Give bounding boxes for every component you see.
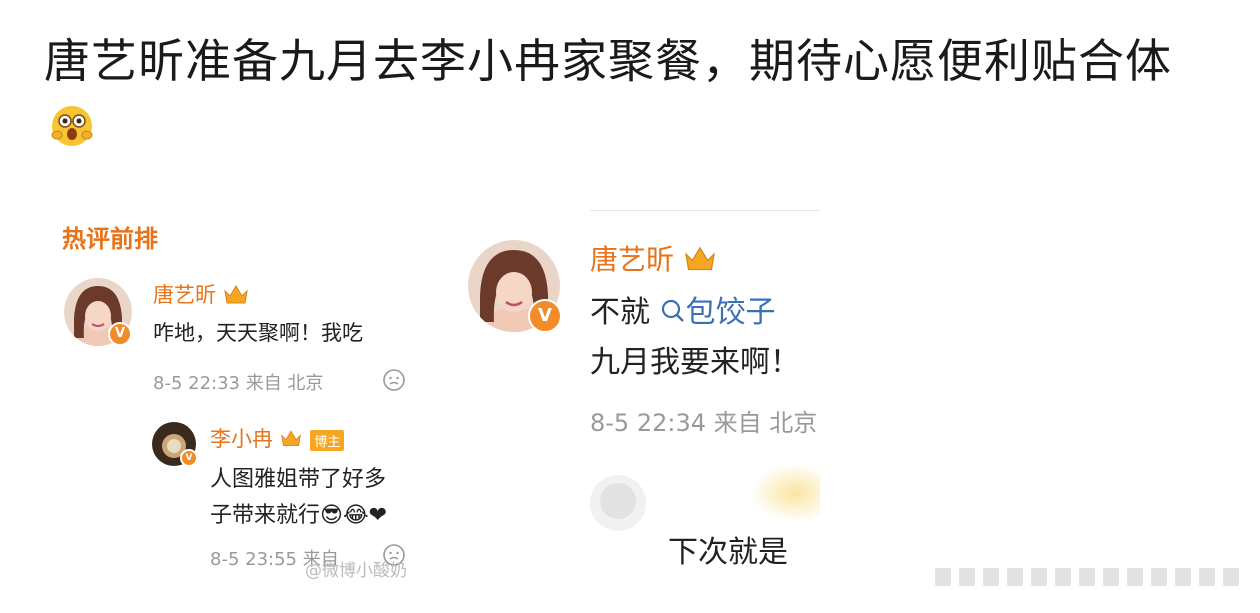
right-comment-screenshot: V 唐艺昕 不就 包饺子 九月我要来啊！ 8-5 22:34 来自 北京 下次就… xyxy=(460,205,820,605)
reply-text-line2: 子带来就行😎😂❤ xyxy=(210,497,387,529)
avatar[interactable] xyxy=(590,475,646,531)
verified-badge-icon: V xyxy=(528,299,562,333)
commenter-name-text: 唐艺昕 xyxy=(153,283,216,307)
comment-text: 咋地，天天聚啊！我吃 xyxy=(153,321,363,345)
search-link[interactable]: 包饺子 xyxy=(660,295,776,330)
left-comment-screenshot: 热评前排 V 唐艺昕 咋地，天天聚啊！我吃 8-5 22:33 来自 北京 V … xyxy=(58,205,428,605)
comment-text-line1: 不就 包饺子 xyxy=(590,287,776,332)
post-title: 唐艺昕准备九月去李小冉家聚餐，期待心愿便利贴合体 xyxy=(44,28,1224,160)
commenter-name[interactable]: 唐艺昕 xyxy=(590,238,717,279)
comment-text-prefix: 不就 xyxy=(590,295,650,330)
hot-comments-header: 热评前排 xyxy=(62,225,158,253)
blogger-badge: 博主 xyxy=(310,429,345,451)
image-pagination-indicator xyxy=(935,566,1245,588)
verified-badge-icon: V xyxy=(180,449,198,467)
next-reply-text: 下次就是 xyxy=(668,535,788,570)
reply-emoji: 😎😂❤ xyxy=(320,503,388,528)
shocked-face-emoji-icon xyxy=(48,100,96,148)
reply-text-line2-text: 子带来就行 xyxy=(210,503,321,528)
commenter-name[interactable]: 唐艺昕 xyxy=(153,279,249,310)
post-title-text: 唐艺昕准备九月去李小冉家聚餐，期待心愿便利贴合体 xyxy=(44,34,1172,88)
comment-meta: 8-5 22:33 来自 北京 xyxy=(153,373,324,394)
reply-author-name[interactable]: 李小冉 博主 xyxy=(210,423,345,453)
commenter-name-text: 唐艺昕 xyxy=(590,243,675,276)
reply-text-line1: 人图雅姐带了好多 xyxy=(210,467,387,492)
divider xyxy=(590,210,820,211)
emoji-reaction-icon[interactable] xyxy=(382,368,406,396)
search-icon xyxy=(660,297,686,332)
reply-author-name-text: 李小冉 xyxy=(210,427,273,451)
verified-badge-icon: V xyxy=(108,322,132,346)
crown-icon xyxy=(280,428,302,453)
search-link-text: 包饺子 xyxy=(685,295,776,330)
watermark: @微博小酸奶 xyxy=(305,561,407,581)
blurred-sticker-image xyxy=(750,463,820,523)
comment-meta: 8-5 22:34 来自 北京 xyxy=(590,409,818,437)
crown-icon xyxy=(223,283,249,310)
crown-icon xyxy=(683,244,717,279)
comment-text-line2: 九月我要来啊！ xyxy=(590,345,800,380)
